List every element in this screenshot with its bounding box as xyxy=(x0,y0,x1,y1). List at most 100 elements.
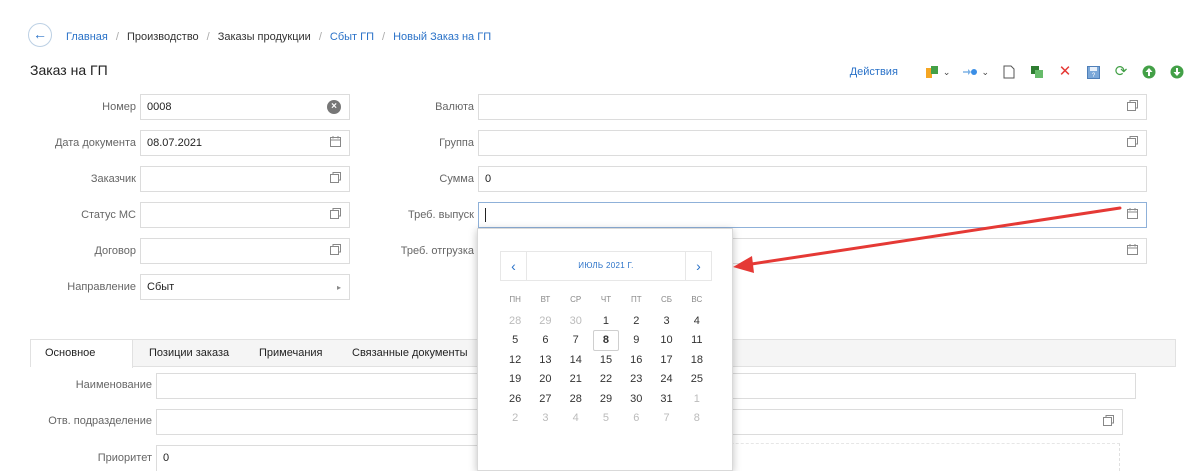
breadcrumb-home[interactable]: Главная xyxy=(66,31,108,43)
day-cell[interactable]: 30 xyxy=(561,312,591,332)
day-cell[interactable]: 9 xyxy=(621,331,651,351)
customer-field[interactable] xyxy=(140,166,350,192)
copy-icon[interactable] xyxy=(1029,64,1045,80)
day-cell[interactable]: 5 xyxy=(500,331,530,351)
day-cell[interactable]: 11 xyxy=(682,331,712,351)
delete-icon[interactable]: ✕ xyxy=(1057,64,1073,80)
day-cell[interactable]: 23 xyxy=(621,370,651,390)
breadcrumb-sales[interactable]: Сбыт ГП xyxy=(330,31,374,43)
week-row: 5 6 7 8 9 10 11 xyxy=(500,330,712,351)
day-cell[interactable]: 5 xyxy=(591,409,621,429)
month-title[interactable]: ИЮЛЬ 2021 Г. xyxy=(527,252,685,280)
number-field[interactable]: 0008 × xyxy=(140,94,350,120)
day-cell[interactable]: 22 xyxy=(591,370,621,390)
chevron-down-icon[interactable]: ⌄ xyxy=(981,67,989,78)
day-cell[interactable]: 3 xyxy=(651,312,681,332)
day-cell[interactable]: 14 xyxy=(561,351,591,371)
day-cell[interactable]: 27 xyxy=(530,390,560,410)
calendar-icon[interactable] xyxy=(1127,244,1138,259)
req-release-field[interactable] xyxy=(478,202,1147,228)
chevron-down-icon[interactable]: ⌄ xyxy=(943,67,951,78)
prev-month-button[interactable]: ‹ xyxy=(501,252,527,280)
name-label: Наименование xyxy=(75,379,152,391)
day-cell[interactable]: 28 xyxy=(561,390,591,410)
day-cell[interactable]: 7 xyxy=(561,331,591,351)
day-cell[interactable]: 29 xyxy=(530,312,560,332)
direction-label: Направление xyxy=(67,281,136,293)
lookup-icon[interactable] xyxy=(330,244,341,259)
week-row: 2345678 xyxy=(500,409,712,429)
doc-date-label: Дата документа xyxy=(54,137,136,149)
day-cell[interactable]: 15 xyxy=(591,351,621,371)
doc-date-field[interactable]: 08.07.2021 xyxy=(140,130,350,156)
priority-value: 0 xyxy=(163,452,170,464)
lookup-icon[interactable] xyxy=(1127,136,1138,151)
day-cell[interactable]: 17 xyxy=(651,351,681,371)
day-cell[interactable]: 8 xyxy=(682,409,712,429)
week-row: 12 13 14 15 16 17 18 xyxy=(500,351,712,371)
save-icon[interactable]: ? xyxy=(1085,64,1101,80)
back-button[interactable]: ← xyxy=(28,23,52,47)
tab-main[interactable]: Основное xyxy=(31,340,133,368)
document-move-icon[interactable] xyxy=(924,64,940,80)
contract-field[interactable] xyxy=(140,238,350,264)
currency-field[interactable] xyxy=(478,94,1147,120)
day-cell[interactable]: 19 xyxy=(500,370,530,390)
new-doc-icon[interactable] xyxy=(1001,64,1017,80)
weekday-label: ПТ xyxy=(630,295,642,304)
actions-menu[interactable]: Действия xyxy=(850,66,898,78)
direction-field[interactable]: Сбыт ▸ xyxy=(140,274,350,300)
day-cell[interactable]: 20 xyxy=(530,370,560,390)
arrow-dot-icon[interactable] xyxy=(962,64,978,80)
day-cell[interactable]: 2 xyxy=(500,409,530,429)
tab-related-docs[interactable]: Связанные документы xyxy=(338,340,482,367)
refresh-icon[interactable]: ⟳ xyxy=(1113,64,1129,80)
day-cell[interactable]: 31 xyxy=(651,390,681,410)
priority-field[interactable]: 0 xyxy=(156,445,486,471)
day-cell[interactable]: 4 xyxy=(561,409,591,429)
lookup-icon[interactable] xyxy=(1127,100,1138,115)
day-cell[interactable]: 1 xyxy=(682,390,712,410)
day-cell[interactable]: 29 xyxy=(591,390,621,410)
lookup-icon[interactable] xyxy=(330,208,341,223)
day-cell[interactable]: 6 xyxy=(621,409,651,429)
chevron-right-icon[interactable]: ▸ xyxy=(337,281,341,295)
ms-status-field[interactable] xyxy=(140,202,350,228)
day-cell[interactable]: 28 xyxy=(500,312,530,332)
breadcrumb-current[interactable]: Новый Заказ на ГП xyxy=(393,31,491,43)
lookup-icon[interactable] xyxy=(1103,415,1114,430)
tab-order-items[interactable]: Позиции заказа xyxy=(135,340,243,367)
breadcrumb-production[interactable]: Производство xyxy=(127,31,199,43)
day-cell[interactable]: 3 xyxy=(530,409,560,429)
group-field[interactable] xyxy=(478,130,1147,156)
day-cell[interactable]: 2 xyxy=(621,312,651,332)
day-cell[interactable]: 24 xyxy=(651,370,681,390)
day-cell[interactable]: 18 xyxy=(682,351,712,371)
next-month-button[interactable]: › xyxy=(685,252,711,280)
day-cell[interactable]: 10 xyxy=(651,331,681,351)
down-icon[interactable] xyxy=(1169,64,1185,80)
day-cell[interactable]: 16 xyxy=(621,351,651,371)
calendar-icon[interactable] xyxy=(330,136,341,151)
day-cell[interactable]: 8 xyxy=(591,330,621,351)
day-cell[interactable]: 30 xyxy=(621,390,651,410)
lookup-icon[interactable] xyxy=(330,172,341,187)
up-icon[interactable] xyxy=(1141,64,1157,80)
req-release-label: Треб. выпуск xyxy=(407,209,474,221)
day-cell[interactable]: 1 xyxy=(591,312,621,332)
calendar-icon[interactable] xyxy=(1127,208,1138,223)
req-shipment-label: Треб. отгрузка xyxy=(400,245,474,257)
clear-icon[interactable]: × xyxy=(327,100,341,114)
day-cell[interactable]: 21 xyxy=(561,370,591,390)
day-cell[interactable]: 7 xyxy=(651,409,681,429)
day-cell[interactable]: 4 xyxy=(682,312,712,332)
day-cell[interactable]: 26 xyxy=(500,390,530,410)
breadcrumb-orders[interactable]: Заказы продукции xyxy=(218,31,311,43)
text-cursor xyxy=(485,208,486,223)
day-cell[interactable]: 25 xyxy=(682,370,712,390)
tab-notes[interactable]: Примечания xyxy=(245,340,337,367)
sum-field[interactable]: 0 xyxy=(478,166,1147,192)
day-cell[interactable]: 13 xyxy=(530,351,560,371)
day-cell[interactable]: 12 xyxy=(500,351,530,371)
day-cell[interactable]: 6 xyxy=(530,331,560,351)
